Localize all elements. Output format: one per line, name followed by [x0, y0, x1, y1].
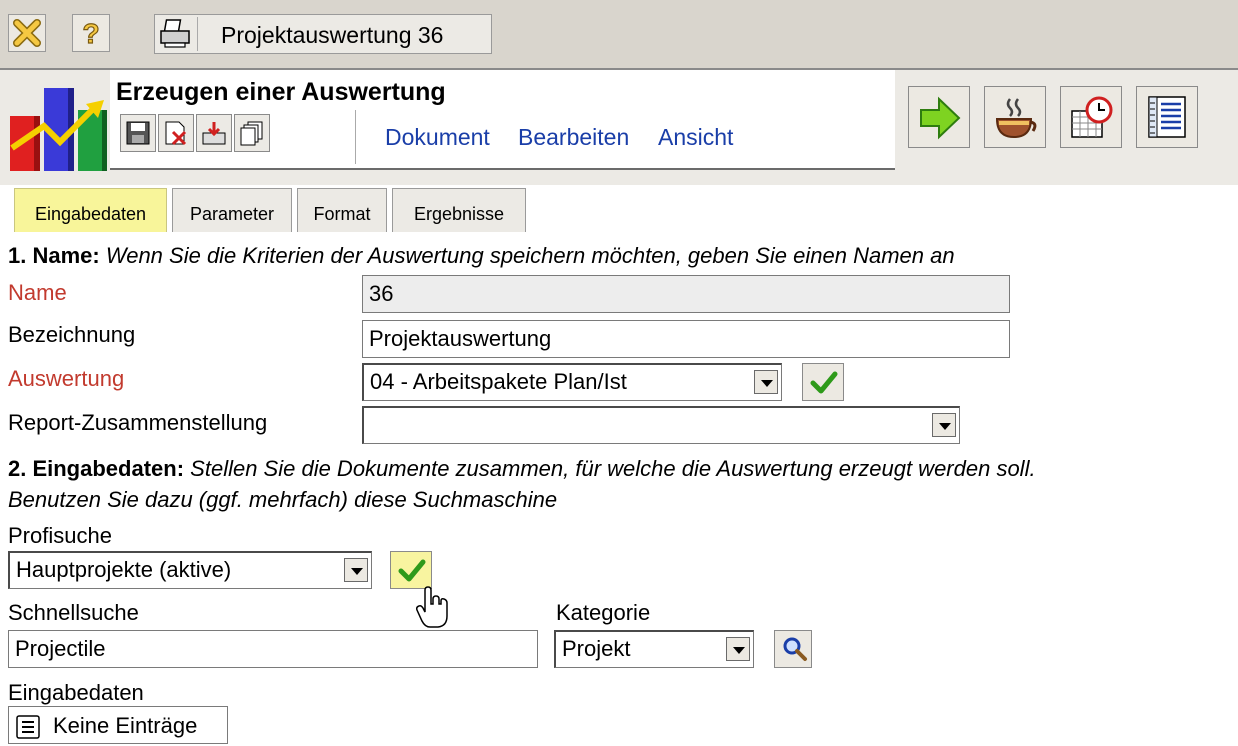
search-icon: [783, 637, 807, 661]
save-icon: [126, 121, 150, 145]
document-tab[interactable]: Projektauswertung 36: [154, 14, 492, 54]
copy-button[interactable]: [234, 114, 270, 152]
section-eingabedaten-heading-line2: Benutzen Sie dazu (ggf. mehrfach) diese …: [8, 487, 557, 513]
run-button[interactable]: [908, 86, 970, 148]
tab-eingabedaten[interactable]: Eingabedaten: [14, 188, 167, 232]
profisuche-select[interactable]: Hauptprojekte (aktive): [8, 551, 372, 589]
help-button[interactable]: ?: [72, 14, 110, 52]
search-button[interactable]: [774, 630, 812, 668]
tab-parameter[interactable]: Parameter: [172, 188, 292, 232]
profisuche-dropdown-arrow[interactable]: [344, 558, 368, 582]
hand-cursor-icon: [416, 586, 448, 628]
kategorie-select-value: Projekt: [562, 636, 631, 661]
report-select[interactable]: [362, 406, 960, 444]
schedule-button[interactable]: [1060, 86, 1122, 148]
import-button[interactable]: [196, 114, 232, 152]
name-field[interactable]: 36: [362, 275, 1010, 313]
auswertung-select[interactable]: 04 - Arbeitspakete Plan/Ist: [362, 363, 782, 401]
section-name-heading-text: Wenn Sie die Kriterien der Auswertung sp…: [105, 243, 955, 268]
auswertung-label: Auswertung: [8, 366, 125, 391]
background-run-button[interactable]: [984, 86, 1046, 148]
entries-list-button[interactable]: Keine Einträge: [8, 706, 228, 744]
list-icon: [16, 715, 40, 739]
page-title: Erzeugen einer Auswertung: [116, 78, 446, 106]
help-icon: ?: [82, 18, 100, 48]
layout-button[interactable]: [1136, 86, 1198, 148]
checkmark-icon: [398, 559, 426, 582]
bezeichnung-field[interactable]: Projektauswertung: [362, 320, 1010, 358]
profisuche-label: Profisuche: [8, 523, 112, 548]
coffee-break-icon: [995, 98, 1037, 139]
import-icon: [202, 122, 226, 145]
auswertung-select-value: 04 - Arbeitspakete Plan/Ist: [370, 369, 627, 394]
top-toolbar: ? Projektauswertung 36: [0, 0, 1238, 70]
section-name-heading-bold: 1. Name:: [8, 243, 100, 268]
print-icon: [160, 19, 190, 48]
eingabedaten-label: Eingabedaten: [8, 680, 144, 705]
schnellsuche-label: Schnellsuche: [8, 600, 139, 625]
checkmark-icon: [810, 371, 838, 394]
auswertung-apply-button[interactable]: [802, 363, 844, 401]
tab-separator: [197, 17, 198, 51]
kategorie-label: Kategorie: [556, 600, 651, 625]
kategorie-select[interactable]: Projekt: [554, 630, 754, 668]
close-button[interactable]: [8, 14, 46, 52]
menu-bearbeiten[interactable]: Bearbeiten: [518, 124, 629, 151]
tab-ergebnisse[interactable]: Ergebnisse: [392, 188, 526, 232]
entries-list-label: Keine Einträge: [53, 713, 198, 738]
document-tab-title: Projektauswertung 36: [221, 22, 444, 48]
delete-icon: [165, 121, 187, 146]
section-eingabedaten-heading-bold: 2. Eingabedaten:: [8, 456, 185, 481]
section-name-heading: 1. Name: Wenn Sie die Kriterien der Ausw…: [8, 243, 955, 269]
name-label: Name: [8, 280, 67, 305]
go-arrow-icon: [920, 96, 961, 140]
menu-dokument[interactable]: Dokument: [385, 124, 490, 151]
kategorie-dropdown-arrow[interactable]: [726, 637, 750, 661]
report-dropdown-arrow[interactable]: [932, 413, 956, 437]
section-eingabedaten-heading-text2: Benutzen Sie dazu (ggf. mehrfach) diese …: [8, 487, 558, 512]
section-eingabedaten-heading-text: Stellen Sie die Dokumente zusammen, für …: [190, 456, 1036, 481]
svg-text:?: ?: [82, 18, 99, 48]
header-divider: [110, 168, 895, 170]
section-eingabedaten-heading: 2. Eingabedaten: Stellen Sie die Dokumen…: [8, 456, 1036, 482]
close-icon: [13, 19, 41, 47]
calendar-clock-icon: [1071, 96, 1113, 138]
auswertung-dropdown-arrow[interactable]: [754, 370, 778, 394]
save-button[interactable]: [120, 114, 156, 152]
bezeichnung-label: Bezeichnung: [8, 322, 136, 347]
delete-button[interactable]: [158, 114, 194, 152]
report-label: Report-Zusammenstellung: [8, 410, 268, 435]
profisuche-select-value: Hauptprojekte (aktive): [16, 557, 232, 582]
schnellsuche-field[interactable]: Projectile: [8, 630, 538, 668]
chart-logo-icon: [10, 88, 107, 171]
menu-separator: [355, 110, 356, 164]
profisuche-apply-button[interactable]: [390, 551, 432, 589]
menu-ansicht[interactable]: Ansicht: [658, 124, 733, 151]
copy-icon: [240, 121, 263, 146]
tab-format[interactable]: Format: [297, 188, 387, 232]
report-layout-icon: [1148, 96, 1186, 138]
